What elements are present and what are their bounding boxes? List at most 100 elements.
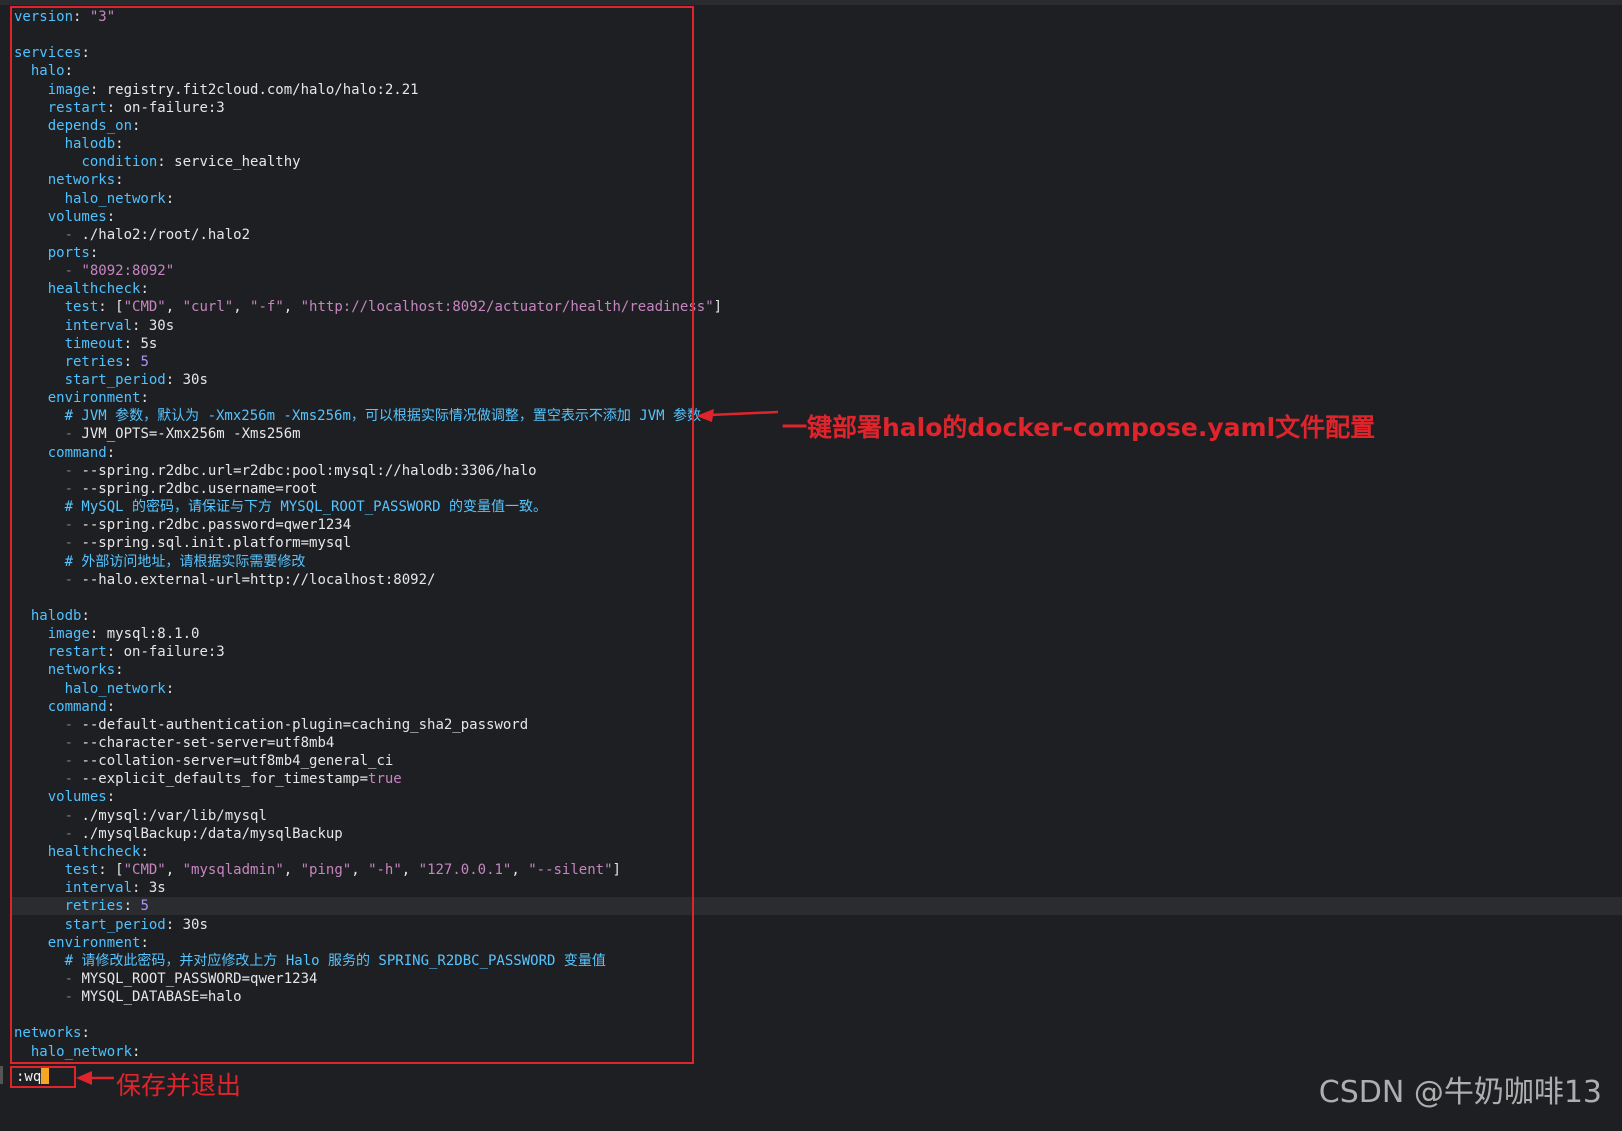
code-line[interactable]: halo_network: bbox=[14, 190, 175, 208]
code-line[interactable]: start_period: 30s bbox=[14, 371, 208, 389]
code-line[interactable]: - JVM_OPTS=-Xmx256m -Xms256m bbox=[14, 425, 301, 443]
code-line[interactable]: test: ["CMD", "curl", "-f", "http://loca… bbox=[14, 298, 723, 316]
code-line[interactable]: halo_network: bbox=[14, 1043, 141, 1061]
code-line[interactable]: healthcheck: bbox=[14, 843, 149, 861]
code-line[interactable]: restart: on-failure:3 bbox=[14, 99, 225, 117]
code-token: services bbox=[14, 45, 82, 62]
code-token: environment bbox=[47, 934, 141, 951]
code-line[interactable]: image: mysql:8.1.0 bbox=[14, 625, 200, 643]
yaml-editor[interactable]: version: "3" services: halo: image: regis… bbox=[12, 8, 1622, 1098]
code-token: : bbox=[106, 444, 116, 461]
code-token: "CMD" bbox=[123, 862, 166, 879]
code-line[interactable]: networks: bbox=[14, 661, 124, 679]
code-line[interactable]: # MySQL 的密码，请保证与下方 MYSQL_ROOT_PASSWORD 的… bbox=[14, 498, 547, 516]
code-token: , bbox=[165, 299, 183, 316]
code-line[interactable]: - ./mysqlBackup:/data/mysqlBackup bbox=[14, 825, 343, 843]
code-token: : 30s bbox=[165, 916, 208, 933]
code-line[interactable]: - --spring.r2dbc.url=r2dbc:pool:mysql://… bbox=[14, 462, 537, 480]
code-token: : bbox=[115, 172, 124, 189]
code-token: condition bbox=[81, 154, 158, 171]
code-token: : bbox=[140, 843, 149, 860]
code-line[interactable]: - "8092:8092" bbox=[14, 262, 175, 280]
code-line[interactable]: image: registry.fit2cloud.com/halo/halo:… bbox=[14, 81, 419, 99]
code-token: "3" bbox=[89, 9, 116, 25]
code-line[interactable]: - MYSQL_ROOT_PASSWORD=qwer1234 bbox=[14, 970, 318, 988]
code-token: : bbox=[140, 390, 149, 407]
code-line[interactable]: volumes: bbox=[14, 788, 115, 806]
code-line[interactable]: # JVM 参数，默认为 -Xmx256m -Xms256m，可以根据实际情况做… bbox=[14, 407, 701, 425]
code-token: networks bbox=[14, 1025, 82, 1042]
code-line[interactable]: halo: bbox=[14, 62, 73, 80]
code-line[interactable]: halodb: bbox=[14, 135, 124, 153]
code-line[interactable]: - ./halo2:/root/.halo2 bbox=[14, 226, 250, 244]
code-token: timeout bbox=[64, 335, 124, 352]
code-line[interactable]: environment: bbox=[14, 934, 149, 952]
code-line[interactable]: # 外部访问地址，请根据实际需要修改 bbox=[14, 553, 306, 571]
code-token: halodb bbox=[30, 607, 82, 624]
code-line[interactable]: environment: bbox=[14, 389, 149, 407]
code-token: : bbox=[115, 136, 124, 153]
code-line[interactable]: - --spring.r2dbc.username=root bbox=[14, 480, 318, 498]
code-line[interactable]: test: ["CMD", "mysqladmin", "ping", "-h"… bbox=[14, 861, 621, 879]
code-line[interactable]: - ./mysql:/var/lib/mysql bbox=[14, 807, 267, 825]
code-token: "-h" bbox=[368, 862, 402, 879]
code-token: : service_healthy bbox=[157, 154, 301, 171]
code-line[interactable]: services: bbox=[14, 44, 90, 62]
code-line[interactable]: - --default-authentication-plugin=cachin… bbox=[14, 716, 529, 734]
code-token: image bbox=[47, 81, 90, 98]
code-line[interactable]: - MYSQL_DATABASE=halo bbox=[14, 988, 242, 1006]
code-line[interactable]: - --collation-server=utf8mb4_general_ci bbox=[14, 752, 394, 770]
code-line[interactable]: networks: bbox=[14, 1024, 90, 1042]
code-line[interactable]: start_period: 30s bbox=[14, 916, 208, 934]
code-token: "--silent" bbox=[528, 862, 613, 879]
code-line[interactable]: healthcheck: bbox=[14, 280, 149, 298]
code-token: - bbox=[64, 571, 82, 588]
code-line[interactable]: - --halo.external-url=http://localhost:8… bbox=[14, 571, 436, 589]
code-line[interactable]: - --spring.sql.init.platform=mysql bbox=[14, 534, 352, 552]
code-line[interactable]: retries: 5 bbox=[12, 897, 1622, 916]
code-token: environment bbox=[47, 390, 141, 407]
code-line[interactable]: command: bbox=[14, 698, 115, 716]
code-line[interactable]: interval: 3s bbox=[14, 879, 166, 897]
code-line[interactable]: # 请修改此密码，并对应修改上方 Halo 服务的 SPRING_R2DBC_P… bbox=[14, 952, 606, 970]
vim-command-line[interactable]: :wq bbox=[16, 1068, 50, 1086]
code-line[interactable]: volumes: bbox=[14, 208, 115, 226]
code-line[interactable]: interval: 30s bbox=[14, 317, 175, 335]
code-line[interactable]: command: bbox=[14, 444, 115, 462]
code-line[interactable]: depends_on: bbox=[14, 117, 141, 135]
code-token: ./halo2:/root/.halo2 bbox=[81, 226, 251, 243]
code-line[interactable]: condition: service_healthy bbox=[14, 153, 301, 171]
code-token: , bbox=[351, 862, 369, 879]
code-line[interactable]: version: "3" bbox=[14, 8, 115, 26]
code-line[interactable]: - --spring.r2dbc.password=qwer1234 bbox=[14, 516, 352, 534]
code-line[interactable]: retries: 5 bbox=[14, 353, 149, 371]
code-token: start_period bbox=[64, 916, 166, 933]
code-line[interactable]: timeout: 5s bbox=[14, 335, 158, 353]
code-token: - bbox=[64, 517, 82, 534]
code-line[interactable]: restart: on-failure:3 bbox=[14, 643, 225, 661]
code-token: --spring.r2dbc.password=qwer1234 bbox=[81, 517, 352, 534]
code-line[interactable]: ports: bbox=[14, 244, 99, 262]
code-token: : bbox=[106, 698, 116, 715]
code-line[interactable]: halodb: bbox=[14, 607, 90, 625]
code-line[interactable]: - --character-set-server=utf8mb4 bbox=[14, 734, 335, 752]
code-line[interactable]: halo_network: bbox=[14, 680, 175, 698]
save-arrow-icon bbox=[76, 1071, 114, 1085]
code-line[interactable]: networks: bbox=[14, 171, 124, 189]
code-line[interactable]: - --explicit_defaults_for_timestamp=true bbox=[14, 770, 402, 788]
